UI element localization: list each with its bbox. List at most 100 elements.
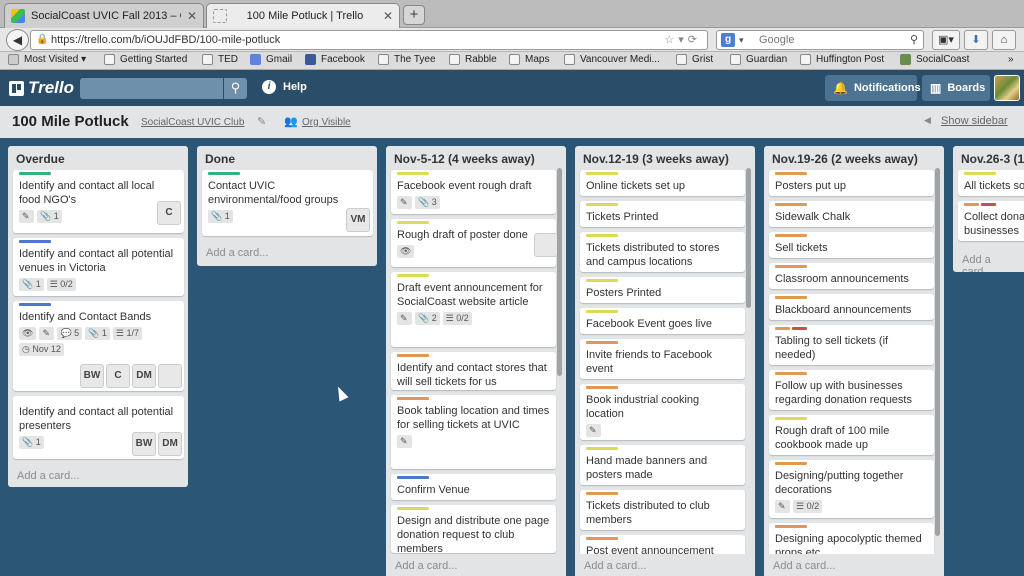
trello-logo[interactable]: Trello — [9, 78, 74, 98]
org-link[interactable]: SocialCoast UVIC Club — [141, 117, 244, 128]
list-title[interactable]: Overdue — [16, 152, 65, 166]
member-avatar[interactable]: DM — [132, 364, 156, 388]
bookmark-guardian[interactable]: Guardian — [730, 54, 787, 65]
card[interactable]: Identify and contact all potential venue… — [13, 238, 184, 296]
bookmark-facebook[interactable]: Facebook — [305, 54, 365, 65]
card[interactable]: Identify and Contact Bands 👁 ✎ 💬 5 📎 1 ☰… — [13, 301, 184, 391]
card[interactable]: Classroom announcements — [769, 263, 934, 289]
add-card-link[interactable]: Add a card... — [773, 560, 835, 572]
bookmark-the-tyee[interactable]: The Tyee — [378, 54, 436, 65]
browser-tab-bar: SocialCoast UVIC Fall 2013 – Go... ✕ 100… — [0, 0, 1024, 28]
addon-button[interactable]: ▣▾ — [932, 30, 960, 50]
card[interactable]: Identify and contact all local food NGO'… — [13, 170, 184, 233]
board-search-input[interactable] — [80, 78, 223, 99]
card[interactable]: All tickets so — [958, 170, 1024, 196]
list-scrollbar[interactable] — [935, 168, 940, 536]
notifications-button[interactable]: 🔔 Notifications — [825, 75, 921, 101]
bookmark-socialcoast[interactable]: SocialCoast — [900, 54, 969, 65]
card[interactable]: Rough draft of 100 mile cookbook made up — [769, 415, 934, 455]
member-avatar-photo[interactable] — [158, 364, 182, 388]
browser-tab-socialcoast[interactable]: SocialCoast UVIC Fall 2013 – Go... ✕ — [4, 3, 204, 28]
label-yellow — [397, 221, 429, 224]
bookmark-most-visited[interactable]: Most Visited ▾ — [8, 54, 86, 65]
card[interactable]: Posters put up — [769, 170, 934, 196]
bookmark-grist[interactable]: Grist — [676, 54, 713, 65]
bookmark-ted[interactable]: TED — [202, 54, 238, 65]
search-icon[interactable]: ⚲ — [910, 31, 918, 49]
bookmark-getting-started[interactable]: Getting Started — [104, 54, 187, 65]
card[interactable]: Follow up with businesses regarding dona… — [769, 370, 934, 410]
card[interactable]: Confirm Venue — [391, 474, 556, 500]
pencil-icon[interactable]: ✎ — [257, 115, 266, 128]
member-avatar[interactable]: VM — [346, 208, 370, 232]
card[interactable]: Contact UVIC environmental/food groups 📎… — [202, 170, 373, 236]
card[interactable]: Book industrial cooking location ✎ — [580, 384, 745, 440]
member-avatar[interactable]: C — [106, 364, 130, 388]
member-avatar[interactable]: C — [157, 201, 181, 225]
card[interactable]: Tickets Printed — [580, 201, 745, 227]
chevron-down-icon[interactable]: ▾ — [739, 31, 744, 49]
list-title[interactable]: Done — [205, 152, 235, 166]
download-button[interactable]: ⬇ — [964, 30, 988, 50]
card[interactable]: Sidewalk Chalk — [769, 201, 934, 227]
card[interactable]: Hand made banners and posters made — [580, 445, 745, 485]
member-avatar[interactable]: BW — [80, 364, 104, 388]
list-scrollbar[interactable] — [746, 168, 751, 308]
search-box[interactable]: g ▾ Google ⚲ — [716, 30, 924, 50]
card[interactable]: Draft event announcement for SocialCoast… — [391, 272, 556, 347]
member-avatar-photo[interactable] — [534, 233, 558, 257]
card[interactable]: Rough draft of poster done 👁 — [391, 219, 558, 267]
card[interactable]: Tickets distributed to stores and campus… — [580, 232, 745, 272]
reload-icon[interactable]: ☆▾⟳ — [664, 31, 701, 49]
card[interactable]: Facebook Event goes live — [580, 308, 745, 334]
member-avatar[interactable]: BW — [132, 432, 156, 456]
add-card-link[interactable]: Add a card... — [962, 254, 1024, 272]
help-link[interactable]: i Help — [262, 80, 307, 94]
list-title[interactable]: Nov.19-26 (2 weeks away) — [772, 152, 918, 166]
more-bookmarks-icon[interactable]: » — [1008, 54, 1014, 65]
card[interactable]: Tabling to sell tickets (if needed) — [769, 325, 934, 365]
show-sidebar-link[interactable]: Show sidebar — [941, 115, 1008, 127]
add-card-link[interactable]: Add a card... — [17, 470, 79, 482]
list-title[interactable]: Nov.12-19 (3 weeks away) — [583, 152, 729, 166]
bookmark-rabble[interactable]: Rabble — [449, 54, 497, 65]
card[interactable]: Identify and contact all potential prese… — [13, 396, 184, 459]
add-card-link[interactable]: Add a card... — [584, 560, 646, 572]
add-card-link[interactable]: Add a card... — [206, 247, 268, 259]
list-title[interactable]: Nov.26-3 (1 — [961, 152, 1024, 166]
list-scrollbar[interactable] — [557, 168, 562, 376]
trello-header: Trello ⚲ i Help 🔔 Notifications ▥ Boards — [0, 70, 1024, 106]
new-tab-button[interactable]: + — [403, 5, 425, 25]
bookmark-huffington-post[interactable]: Huffington Post — [800, 54, 884, 65]
search-icon[interactable]: ⚲ — [223, 78, 247, 99]
url-bar[interactable]: 🔒 https://trello.com/b/iOUJdFBD/100-mile… — [30, 30, 708, 50]
user-avatar[interactable] — [994, 75, 1020, 101]
card[interactable]: Online tickets set up — [580, 170, 745, 196]
boards-button[interactable]: ▥ Boards — [922, 75, 990, 101]
close-tab-icon[interactable]: ✕ — [187, 9, 197, 23]
card[interactable]: Facebook event rough draft ✎ 📎 3 — [391, 170, 556, 214]
org-visible-link[interactable]: Org Visible — [302, 117, 351, 128]
card[interactable]: Identify and contact stores that will se… — [391, 352, 556, 390]
browser-tab-trello[interactable]: 100 Mile Potluck | Trello ✕ — [206, 3, 400, 28]
list-title[interactable]: Nov-5-12 (4 weeks away) — [394, 152, 535, 166]
bookmark-maps[interactable]: Maps — [509, 54, 549, 65]
home-button[interactable]: ⌂ — [992, 30, 1016, 50]
card[interactable]: Designing/putting together decorations ✎… — [769, 460, 934, 518]
card[interactable]: Invite friends to Facebook event — [580, 339, 745, 379]
card[interactable]: Book tabling location and times for sell… — [391, 395, 556, 469]
card[interactable]: Sell tickets — [769, 232, 934, 258]
label-orange — [775, 462, 807, 465]
bookmark-gmail[interactable]: Gmail — [250, 54, 292, 65]
card[interactable]: Collect dona businesses — [958, 201, 1024, 241]
board-title[interactable]: 100 Mile Potluck — [12, 113, 129, 130]
back-button[interactable]: ◀ — [6, 29, 29, 51]
card[interactable]: Design and distribute one page donation … — [391, 505, 556, 555]
add-card-link[interactable]: Add a card... — [395, 560, 457, 572]
member-avatar[interactable]: DM — [158, 432, 182, 456]
card[interactable]: Blackboard announcements — [769, 294, 934, 320]
close-tab-icon[interactable]: ✕ — [383, 9, 393, 23]
card[interactable]: Tickets distributed to club members — [580, 490, 745, 530]
bookmark-vancouver-media[interactable]: Vancouver Medi... — [564, 54, 660, 65]
card[interactable]: Posters Printed — [580, 277, 745, 303]
